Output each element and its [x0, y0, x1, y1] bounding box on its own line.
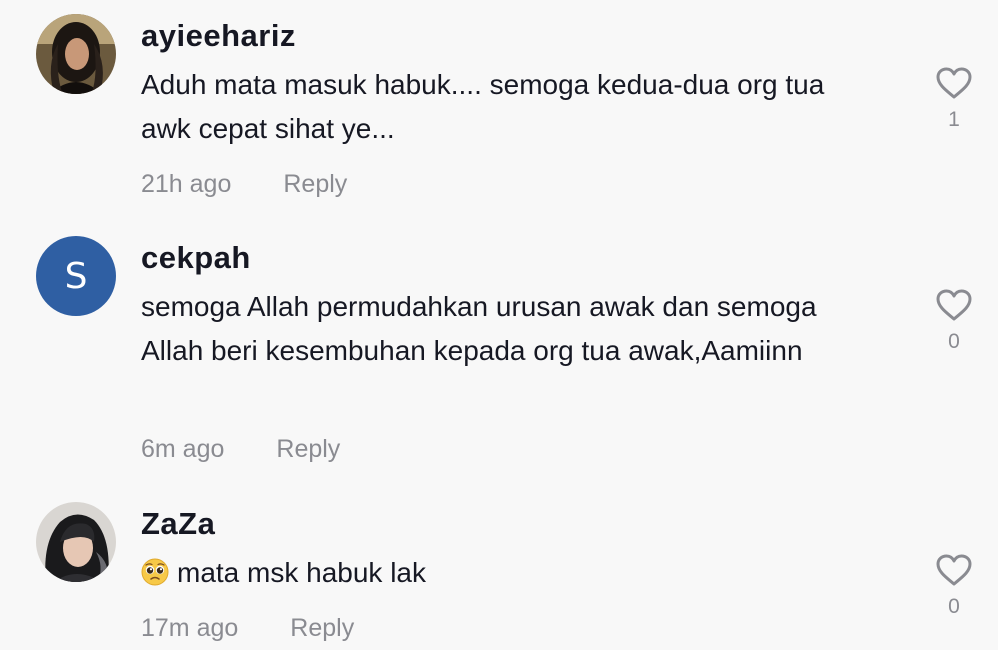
- comment-username[interactable]: cekpah: [141, 240, 251, 276]
- avatar-photo: [36, 502, 116, 582]
- like-button[interactable]: 0: [932, 553, 976, 619]
- like-count: 0: [948, 595, 960, 618]
- comment-text-container: mata msk habuk lak: [141, 551, 881, 595]
- comment-timestamp: 17m ago: [141, 614, 239, 642]
- like-count: 1: [948, 108, 960, 131]
- comment-timestamp: 21h ago: [141, 170, 232, 198]
- avatar[interactable]: S: [36, 236, 116, 316]
- avatar-letter: S: [64, 255, 88, 297]
- comment-meta: 21h ago Reply: [141, 170, 347, 199]
- pleading-face-emoji-icon: [141, 558, 169, 586]
- reply-button[interactable]: Reply: [276, 435, 340, 463]
- comment-meta: 17m ago Reply: [141, 614, 354, 643]
- heart-outline-icon: [936, 554, 972, 586]
- avatar-photo: [36, 14, 116, 94]
- like-button[interactable]: 1: [932, 66, 976, 132]
- comment-text: Aduh mata masuk habuk.... semoga kedua-d…: [141, 69, 825, 144]
- avatar[interactable]: [36, 502, 116, 582]
- reply-button[interactable]: Reply: [283, 170, 347, 198]
- comment-text: mata msk habuk lak: [177, 557, 426, 588]
- heart-outline-icon: [936, 67, 972, 99]
- like-button[interactable]: 0: [932, 288, 976, 354]
- comment-username[interactable]: ayieehariz: [141, 18, 296, 54]
- comment-timestamp: 6m ago: [141, 435, 225, 463]
- avatar[interactable]: [36, 14, 116, 94]
- comment-meta: 6m ago Reply: [141, 435, 340, 464]
- comment-username[interactable]: ZaZa: [141, 506, 215, 542]
- reply-button[interactable]: Reply: [290, 614, 354, 642]
- comment-text: semoga Allah permudahkan urusan awak dan…: [141, 291, 817, 366]
- like-count: 0: [948, 330, 960, 353]
- heart-outline-icon: [936, 289, 972, 321]
